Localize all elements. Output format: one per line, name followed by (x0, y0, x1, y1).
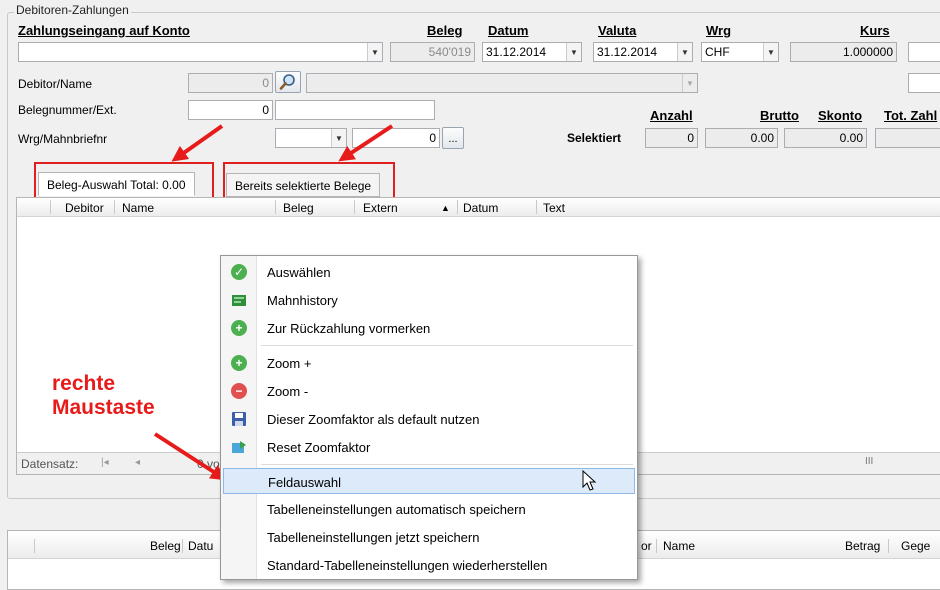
menu-separator (261, 345, 633, 346)
menu-item-zoom-in[interactable]: + Zoom + (223, 350, 635, 376)
grid-header: Debitor Name Beleg Extern ▲ Datum Text (17, 198, 940, 217)
datensatz-label: Datensatz: (21, 457, 79, 471)
header-anzahl: Anzahl (650, 108, 693, 123)
wrg-mahnbrief-combobox[interactable]: ▼ (275, 128, 347, 148)
save-icon (231, 411, 247, 427)
chevron-down-icon: ▼ (682, 74, 697, 92)
sort-ascending-icon: ▲ (441, 203, 450, 213)
plus-circle-icon: + (231, 320, 247, 336)
bottom-column-betrag[interactable]: Betrag (845, 539, 880, 553)
label-selektiert: Selektiert (567, 131, 622, 145)
header-zahlungseingang: Zahlungseingang auf Konto (18, 23, 190, 38)
column-text[interactable]: Text (543, 201, 565, 215)
column-extern[interactable]: Extern (363, 201, 398, 215)
label-wrg-mahnbrief: Wrg/Mahnbriefnr (18, 132, 108, 146)
brutto-field: 0.00 (705, 128, 778, 148)
annotation-line-2: Maustaste (52, 396, 155, 419)
menu-separator (261, 464, 633, 465)
header-valuta: Valuta (598, 23, 637, 38)
header-kurs: Kurs (860, 23, 890, 38)
chevron-down-icon[interactable]: ▼ (331, 129, 346, 147)
mahnbrief-number-field[interactable]: 0 (352, 128, 440, 148)
belegnummer-ext-field[interactable] (275, 100, 435, 120)
check-circle-icon: ✓ (231, 264, 247, 280)
mahnbrief-browse-button[interactable]: ... (442, 127, 464, 149)
chevron-down-icon[interactable]: ▼ (763, 43, 778, 61)
valuta-combobox[interactable]: 31.12.2014 ▼ (593, 42, 693, 62)
highlight-box-tab-2 (223, 162, 395, 200)
anzahl-field: 0 (645, 128, 698, 148)
chevron-down-icon[interactable]: ▼ (367, 43, 382, 61)
first-record-icon[interactable]: |◂ (101, 457, 109, 468)
konto-combobox[interactable]: ▼ (18, 42, 383, 62)
zoom-in-icon: + (231, 355, 247, 371)
valuta-value: 31.12.2014 (597, 45, 658, 59)
header-brutto: Brutto (760, 108, 799, 123)
tot-zahl-field (875, 128, 940, 148)
scrollbar-grip[interactable]: III (865, 456, 873, 467)
column-beleg[interactable]: Beleg (283, 201, 314, 215)
header-beleg: Beleg (427, 23, 463, 38)
label-debitor-name: Debitor/Name (18, 77, 93, 91)
bottom-column-gegen[interactable]: Gege (901, 539, 930, 553)
right-field-1[interactable] (908, 42, 940, 62)
wrg-combobox[interactable]: CHF ▼ (701, 42, 779, 62)
label-belegnummer: Belegnummer/Ext. (18, 103, 117, 117)
menu-item-auswaehlen[interactable]: ✓ Auswählen (223, 259, 635, 285)
annotation-line-1: rechte (52, 372, 116, 395)
mouse-cursor-icon (582, 470, 597, 491)
bottom-column-debitor[interactable]: or (641, 539, 652, 553)
zoom-out-icon: − (231, 383, 247, 399)
datum-combobox[interactable]: 31.12.2014 ▼ (482, 42, 582, 62)
column-debitor[interactable]: Debitor (65, 201, 104, 215)
belegnummer-field[interactable]: 0 (188, 100, 273, 120)
annotation-text: rechte Maustaste (52, 372, 155, 420)
menu-item-feldauswahl[interactable]: Feldauswahl (223, 468, 635, 494)
column-name[interactable]: Name (122, 201, 154, 215)
group-title: Debitoren-Zahlungen (14, 3, 131, 17)
context-menu[interactable]: ✓ Auswählen Mahnhistory + Zur Rückzahlun… (220, 255, 638, 580)
right-field-2[interactable] (908, 73, 940, 93)
wrg-value: CHF (705, 45, 730, 59)
menu-item-auto-save-settings[interactable]: Tabelleneinstellungen automatisch speich… (223, 496, 635, 522)
chevron-down-icon[interactable]: ▼ (566, 43, 581, 61)
menu-item-rueckzahlung[interactable]: + Zur Rückzahlung vormerken (223, 315, 635, 341)
bottom-column-beleg[interactable]: Beleg (150, 539, 181, 553)
column-datum[interactable]: Datum (463, 201, 498, 215)
header-skonto: Skonto (818, 108, 863, 123)
record-position: 0 vo (197, 457, 220, 471)
menu-item-zoom-default[interactable]: Dieser Zoomfaktor als default nutzen (223, 406, 635, 432)
header-datum: Datum (488, 23, 529, 38)
bottom-column-datum[interactable]: Datu (188, 539, 213, 553)
search-icon[interactable] (275, 71, 301, 93)
menu-item-zoom-out[interactable]: − Zoom - (223, 378, 635, 404)
skonto-field: 0.00 (784, 128, 867, 148)
datum-value: 31.12.2014 (486, 45, 547, 59)
menu-item-mahnhistory[interactable]: Mahnhistory (223, 287, 635, 313)
menu-item-restore-default-settings[interactable]: Standard-Tabelleneinstellungen wiederher… (223, 552, 635, 578)
header-tot-zahl: Tot. Zahl (884, 108, 938, 123)
bottom-column-name[interactable]: Name (663, 539, 695, 553)
beleg-field: 540'019 (390, 42, 475, 62)
menu-item-reset-zoom[interactable]: Reset Zoomfaktor (223, 434, 635, 460)
history-icon (231, 292, 247, 308)
reset-zoom-icon (231, 439, 247, 455)
debitor-number-field: 0 (188, 73, 273, 93)
header-wrg: Wrg (706, 23, 732, 38)
previous-record-icon[interactable]: ◂ (135, 457, 140, 468)
menu-item-save-settings-now[interactable]: Tabelleneinstellungen jetzt speichern (223, 524, 635, 550)
debitor-name-combobox: ▼ (306, 73, 698, 93)
tab-beleg-auswahl[interactable]: Beleg-Auswahl Total: 0.00 (38, 172, 195, 196)
kurs-field: 1.000000 (790, 42, 897, 62)
chevron-down-icon[interactable]: ▼ (677, 43, 692, 61)
